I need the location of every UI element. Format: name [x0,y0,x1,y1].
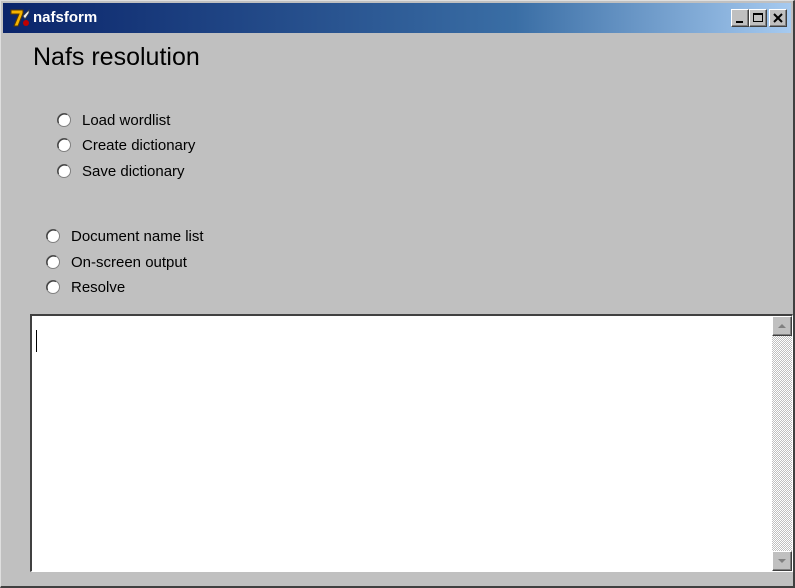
maximize-button[interactable] [749,9,767,27]
radio-load-wordlist[interactable]: Load wordlist [56,109,170,131]
window-title: nafsform [33,9,98,26]
output-memo[interactable] [30,314,793,572]
maximize-icon [753,13,763,22]
radio-button-icon [57,164,71,178]
radio-resolve[interactable]: Resolve [45,276,125,298]
page-title: Nafs resolution [33,43,200,71]
main-window: nafsform Nafs resolution Load wordlist C… [0,0,795,588]
scroll-down-arrow-icon [778,559,786,563]
scroll-down-button[interactable] [772,551,792,571]
radio-label: Create dictionary [82,136,196,154]
radio-label: Document name list [71,227,204,245]
vertical-scrollbar[interactable] [772,316,792,571]
scroll-up-button[interactable] [772,316,792,336]
radio-button-icon [46,280,60,294]
title-bar[interactable]: nafsform [3,3,791,33]
close-icon [773,13,783,23]
radio-button-icon [57,138,71,152]
radio-on-screen-output[interactable]: On-screen output [45,251,187,273]
minimize-icon [736,21,743,23]
radio-label: Resolve [71,278,126,296]
radio-create-dictionary[interactable]: Create dictionary [56,134,195,156]
radio-button-icon [46,229,60,243]
radio-label: Load wordlist [82,111,171,129]
radio-save-dictionary[interactable]: Save dictionary [56,160,185,182]
radio-label: Save dictionary [82,162,185,180]
minimize-button[interactable] [731,9,749,27]
radio-document-name-list[interactable]: Document name list [45,225,204,247]
close-button[interactable] [769,9,787,27]
radio-button-icon [57,113,71,127]
scroll-up-arrow-icon [778,324,786,328]
text-caret [36,330,37,352]
radio-button-icon [46,255,60,269]
delphi-app-icon [10,9,30,27]
radio-label: On-screen output [71,253,187,271]
